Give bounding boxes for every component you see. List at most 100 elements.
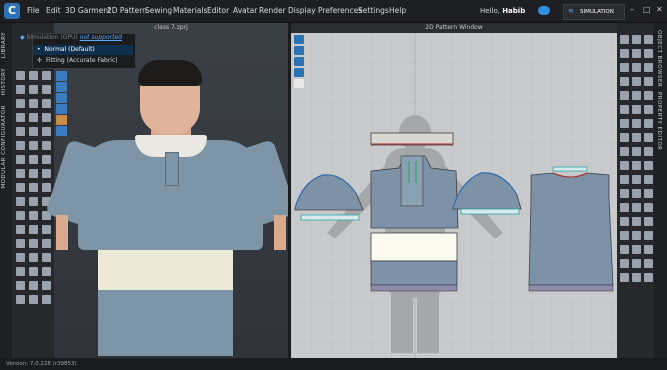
tool-icon[interactable]: [16, 85, 25, 94]
tool-icon[interactable]: [42, 225, 51, 234]
view-tool-icon[interactable]: [294, 79, 304, 88]
tool-icon[interactable]: [29, 239, 38, 248]
tool-icon[interactable]: [644, 147, 653, 156]
tool-icon[interactable]: [620, 175, 629, 184]
tool-icon[interactable]: [29, 99, 38, 108]
tool-icon[interactable]: [42, 141, 51, 150]
cloud-icon[interactable]: [538, 6, 550, 15]
tool-icon[interactable]: [42, 267, 51, 276]
tool-icon[interactable]: [16, 211, 25, 220]
tool-icon[interactable]: [29, 183, 38, 192]
tool-icon[interactable]: [42, 295, 51, 304]
tool-icon[interactable]: [632, 231, 641, 240]
tool-icon[interactable]: [42, 281, 51, 290]
tool-icon[interactable]: [16, 267, 25, 276]
tool-icon[interactable]: [29, 155, 38, 164]
tool-icon[interactable]: [644, 245, 653, 254]
pattern-front-stripe[interactable]: [370, 232, 458, 262]
minimize-icon[interactable]: –: [630, 5, 634, 14]
tool-icon[interactable]: [42, 239, 51, 248]
view-tool-icon[interactable]: [56, 93, 67, 103]
tool-icon[interactable]: [632, 189, 641, 198]
tool-icon[interactable]: [42, 155, 51, 164]
tool-icon[interactable]: [16, 141, 25, 150]
tool-icon[interactable]: [42, 183, 51, 192]
menu-settings[interactable]: Settings: [358, 0, 389, 22]
menu-file[interactable]: File: [27, 0, 40, 22]
menu-avatar[interactable]: Avatar: [233, 0, 257, 22]
menu-sewing[interactable]: Sewing: [145, 0, 172, 22]
tool-icon[interactable]: [29, 169, 38, 178]
tool-icon[interactable]: [620, 119, 629, 128]
tool-icon[interactable]: [632, 175, 641, 184]
menu-help[interactable]: Help: [389, 0, 406, 22]
tool-icon[interactable]: [29, 253, 38, 262]
tool-icon[interactable]: [29, 281, 38, 290]
tool-icon[interactable]: [29, 225, 38, 234]
menu-editor[interactable]: Editor: [207, 0, 229, 22]
tool-icon[interactable]: [644, 119, 653, 128]
menu-logo-icon[interactable]: C: [4, 3, 20, 19]
tool-icon[interactable]: [29, 211, 38, 220]
tool-icon[interactable]: [29, 295, 38, 304]
tool-icon[interactable]: [632, 63, 641, 72]
tool-icon[interactable]: [620, 203, 629, 212]
tool-icon[interactable]: [16, 281, 25, 290]
tool-icon[interactable]: [632, 217, 641, 226]
tool-icon[interactable]: [644, 161, 653, 170]
view-tool-icon[interactable]: [294, 46, 304, 55]
pattern-back-hem[interactable]: [528, 284, 614, 292]
tool-icon[interactable]: [644, 77, 653, 86]
tool-icon[interactable]: [29, 113, 38, 122]
gpu-status-link[interactable]: not supported: [80, 34, 122, 41]
tool-icon[interactable]: [29, 141, 38, 150]
tool-icon[interactable]: [620, 273, 629, 282]
tool-icon[interactable]: [16, 127, 25, 136]
garment-stripe[interactable]: [98, 250, 233, 290]
tab-property-editor[interactable]: PROPERTY EDITOR: [656, 92, 662, 151]
tool-icon[interactable]: [42, 169, 51, 178]
tool-icon[interactable]: [620, 189, 629, 198]
menu-edit[interactable]: Edit: [46, 0, 61, 22]
tool-icon[interactable]: [620, 217, 629, 226]
tool-icon[interactable]: [620, 161, 629, 170]
pattern-canvas[interactable]: [291, 23, 617, 358]
pattern-back-collar[interactable]: [552, 166, 588, 172]
tool-icon[interactable]: [632, 105, 641, 114]
tool-icon[interactable]: [632, 77, 641, 86]
pattern-sleeve-cuff-left[interactable]: [300, 214, 360, 221]
menu-2d-pattern[interactable]: 2D Pattern: [107, 0, 147, 22]
tool-icon[interactable]: [644, 231, 653, 240]
pattern-placket[interactable]: [400, 155, 424, 207]
tool-icon[interactable]: [29, 197, 38, 206]
tool-icon[interactable]: [644, 189, 653, 198]
tool-icon[interactable]: [620, 147, 629, 156]
tool-icon[interactable]: [29, 267, 38, 276]
simulation-option-fitting[interactable]: ✢ Fitting (Accurate Fabric): [33, 56, 133, 66]
tool-icon[interactable]: [16, 169, 25, 178]
tool-icon[interactable]: [42, 85, 51, 94]
pattern-sleeve-cuff-right[interactable]: [460, 208, 520, 215]
view-tool-icon[interactable]: [294, 35, 304, 44]
tool-icon[interactable]: [620, 231, 629, 240]
tool-icon[interactable]: [16, 183, 25, 192]
tool-icon[interactable]: [644, 203, 653, 212]
menu-materials[interactable]: Materials: [173, 0, 207, 22]
tab-modular-configurator[interactable]: MODULAR CONFIGURATOR: [1, 105, 7, 189]
tool-icon[interactable]: [644, 105, 653, 114]
tool-icon[interactable]: [42, 99, 51, 108]
tool-icon[interactable]: [16, 155, 25, 164]
tool-icon[interactable]: [632, 119, 641, 128]
menu-3d-garment[interactable]: 3D Garment: [65, 0, 111, 22]
view-tool-icon[interactable]: [56, 126, 67, 136]
view-tool-icon[interactable]: [56, 82, 67, 92]
tool-icon[interactable]: [644, 175, 653, 184]
tool-icon[interactable]: [42, 127, 51, 136]
tool-icon[interactable]: [42, 253, 51, 262]
tool-icon[interactable]: [620, 63, 629, 72]
menu-display[interactable]: Display: [288, 0, 316, 22]
pattern-collar[interactable]: [370, 132, 454, 146]
tool-icon[interactable]: [632, 35, 641, 44]
tool-icon[interactable]: [644, 49, 653, 58]
pattern-front-hem[interactable]: [370, 284, 458, 292]
